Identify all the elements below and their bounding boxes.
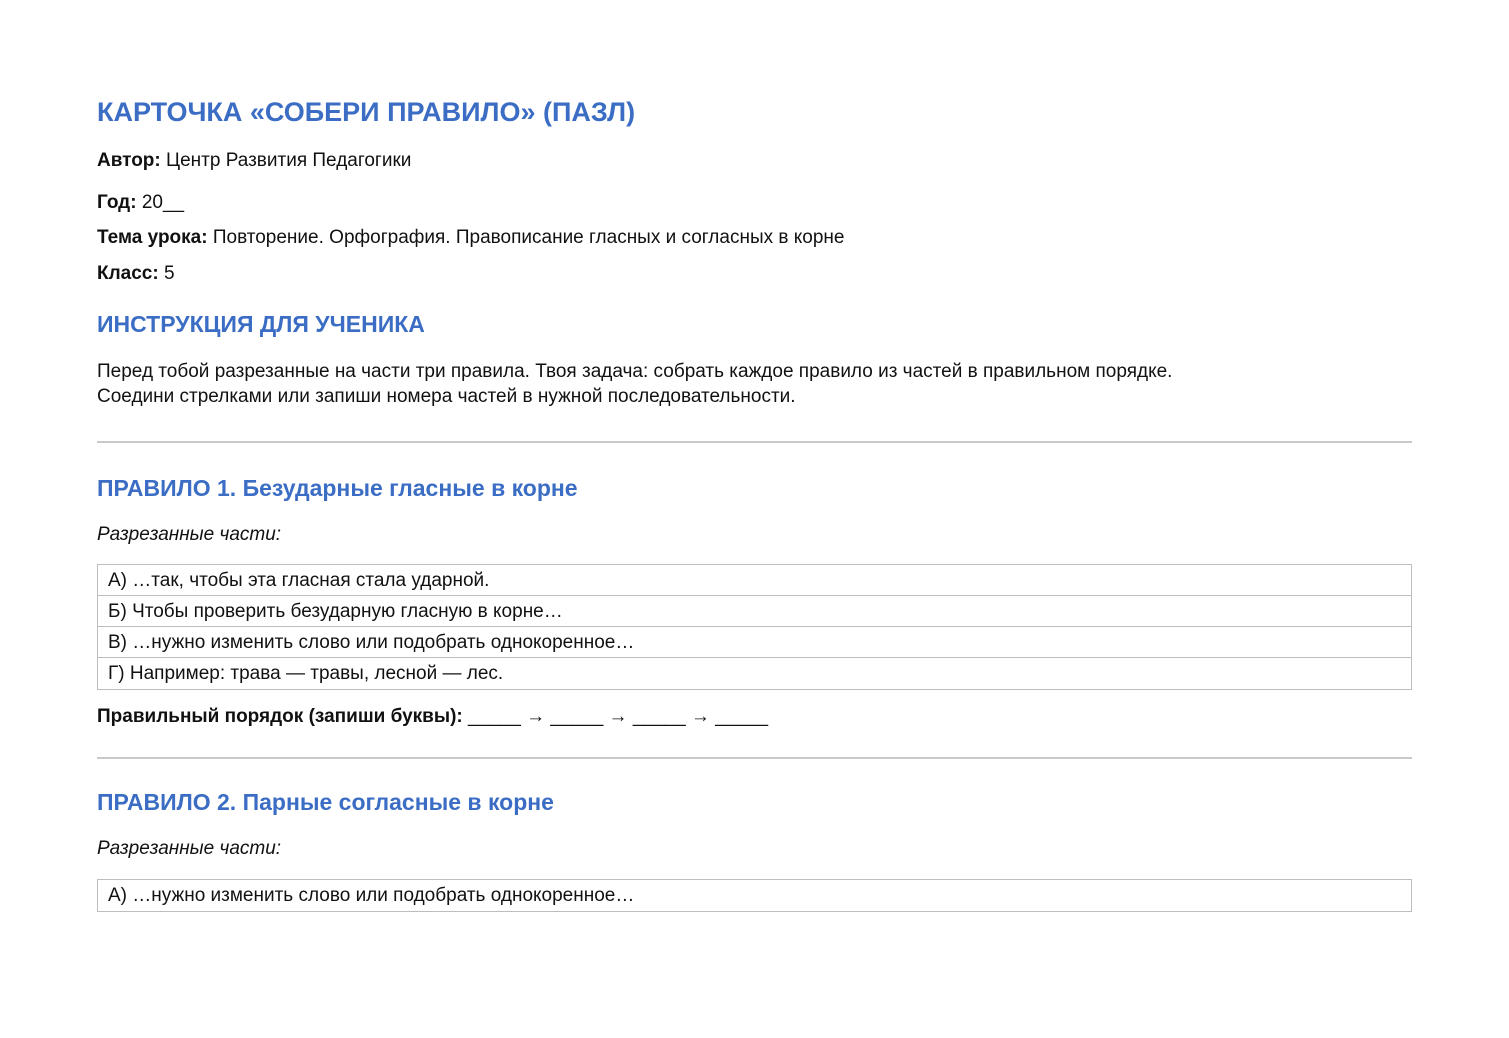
section-divider [97, 757, 1412, 759]
meta-topic-value: Повторение. Орфография. Правописание гла… [212, 227, 845, 248]
meta-grade-value: 5 [163, 263, 175, 284]
meta-year-value: 20__ [141, 192, 185, 213]
instruction-heading: ИНСТРУКЦИЯ ДЛЯ УЧЕНИКА [97, 311, 425, 337]
card-title: КАРТОЧКА «СОБЕРИ ПРАВИЛО» (ПАЗЛ) [97, 97, 636, 127]
rule-2-parts-table: А) …нужно изменить слово или подобрать о… [97, 879, 1412, 912]
section-divider [97, 441, 1412, 443]
rule-1-parts-label: Разрезанные части: [97, 524, 282, 545]
meta-author-label: Автор: [97, 150, 161, 171]
rule-1-heading: ПРАВИЛО 1. Безударные гласные в корне [97, 475, 578, 501]
rule-1-part-b: Б) Чтобы проверить безударную гласную в … [98, 596, 1411, 627]
meta-year: Год: 20__ [97, 190, 184, 216]
meta-author-value: Центр Развития Педагогики [166, 150, 412, 171]
rule-2-parts-label: Разрезанные части: [97, 838, 282, 859]
rule-1-order: Правильный порядок (запиши буквы): _____… [97, 704, 768, 730]
rule-1-order-blanks: _____ → _____ → _____ → _____ [468, 706, 769, 727]
rule-1-part-a: А) …так, чтобы эта гласная стала ударной… [98, 565, 1411, 596]
meta-grade: Класс: 5 [97, 261, 175, 287]
instruction-line-1: Перед тобой разрезанные на части три пра… [97, 361, 1173, 382]
rule-2-part-a: А) …нужно изменить слово или подобрать о… [108, 885, 635, 906]
meta-author: Автор: Центр Развития Педагогики [97, 148, 411, 174]
meta-year-label: Год: [97, 192, 137, 213]
rule-1-part-g: Г) Например: трава — травы, лесной — лес… [108, 663, 504, 684]
rule-2-heading: ПРАВИЛО 2. Парные согласные в корне [97, 789, 554, 815]
instruction-text: Перед тобой разрезанные на части три пра… [97, 359, 1412, 409]
meta-topic: Тема урока: Повторение. Орфография. Прав… [97, 225, 844, 251]
rule-1-parts-table: А) …так, чтобы эта гласная стала ударной… [97, 564, 1412, 690]
rule-1-part-v: В) …нужно изменить слово или подобрать о… [98, 627, 1411, 658]
rule-1-order-label: Правильный порядок (запиши буквы): [97, 706, 463, 727]
meta-grade-label: Класс: [97, 263, 159, 284]
instruction-line-2: Соедини стрелками или запиши номера част… [97, 386, 796, 407]
meta-topic-label: Тема урока: [97, 227, 208, 248]
